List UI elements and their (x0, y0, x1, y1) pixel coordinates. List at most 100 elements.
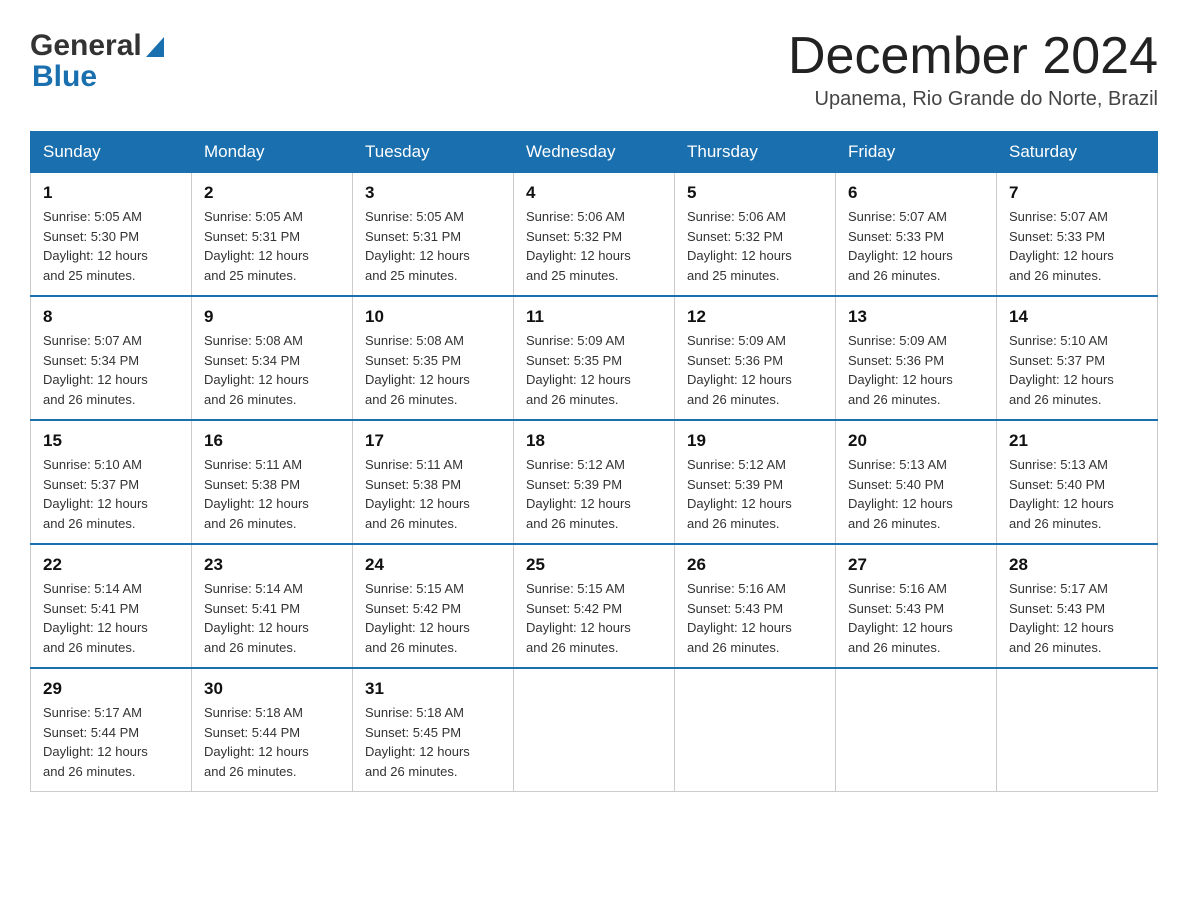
day-info: Sunrise: 5:13 AMSunset: 5:40 PMDaylight:… (848, 455, 984, 533)
location: Upanema, Rio Grande do Norte, Brazil (788, 88, 1158, 111)
day-info: Sunrise: 5:12 AMSunset: 5:39 PMDaylight:… (687, 455, 823, 533)
day-number: 31 (365, 679, 501, 699)
day-info: Sunrise: 5:06 AMSunset: 5:32 PMDaylight:… (687, 207, 823, 285)
logo-triangle-icon (146, 34, 164, 62)
day-number: 19 (687, 431, 823, 451)
day-number: 15 (43, 431, 179, 451)
day-info: Sunrise: 5:16 AMSunset: 5:43 PMDaylight:… (848, 579, 984, 657)
day-info: Sunrise: 5:16 AMSunset: 5:43 PMDaylight:… (687, 579, 823, 657)
day-number: 6 (848, 183, 984, 203)
day-info: Sunrise: 5:10 AMSunset: 5:37 PMDaylight:… (1009, 331, 1145, 409)
day-number: 23 (204, 555, 340, 575)
weekday-header-saturday: Saturday (997, 132, 1158, 173)
calendar-cell: 9 Sunrise: 5:08 AMSunset: 5:34 PMDayligh… (192, 296, 353, 420)
day-info: Sunrise: 5:09 AMSunset: 5:36 PMDaylight:… (687, 331, 823, 409)
calendar-cell: 14 Sunrise: 5:10 AMSunset: 5:37 PMDaylig… (997, 296, 1158, 420)
day-number: 28 (1009, 555, 1145, 575)
weekday-header-thursday: Thursday (675, 132, 836, 173)
day-number: 27 (848, 555, 984, 575)
week-row-1: 1 Sunrise: 5:05 AMSunset: 5:30 PMDayligh… (31, 173, 1158, 297)
calendar-cell: 10 Sunrise: 5:08 AMSunset: 5:35 PMDaylig… (353, 296, 514, 420)
day-number: 13 (848, 307, 984, 327)
day-number: 29 (43, 679, 179, 699)
day-number: 30 (204, 679, 340, 699)
day-number: 16 (204, 431, 340, 451)
week-row-2: 8 Sunrise: 5:07 AMSunset: 5:34 PMDayligh… (31, 296, 1158, 420)
calendar-cell: 17 Sunrise: 5:11 AMSunset: 5:38 PMDaylig… (353, 420, 514, 544)
week-row-5: 29 Sunrise: 5:17 AMSunset: 5:44 PMDaylig… (31, 668, 1158, 792)
calendar-cell (997, 668, 1158, 792)
day-info: Sunrise: 5:08 AMSunset: 5:35 PMDaylight:… (365, 331, 501, 409)
day-info: Sunrise: 5:07 AMSunset: 5:33 PMDaylight:… (1009, 207, 1145, 285)
calendar-cell: 23 Sunrise: 5:14 AMSunset: 5:41 PMDaylig… (192, 544, 353, 668)
day-info: Sunrise: 5:14 AMSunset: 5:41 PMDaylight:… (43, 579, 179, 657)
day-info: Sunrise: 5:15 AMSunset: 5:42 PMDaylight:… (526, 579, 662, 657)
calendar-cell: 24 Sunrise: 5:15 AMSunset: 5:42 PMDaylig… (353, 544, 514, 668)
day-number: 26 (687, 555, 823, 575)
day-number: 4 (526, 183, 662, 203)
calendar-cell: 27 Sunrise: 5:16 AMSunset: 5:43 PMDaylig… (836, 544, 997, 668)
calendar-cell (675, 668, 836, 792)
day-info: Sunrise: 5:13 AMSunset: 5:40 PMDaylight:… (1009, 455, 1145, 533)
weekday-header-tuesday: Tuesday (353, 132, 514, 173)
calendar-cell: 28 Sunrise: 5:17 AMSunset: 5:43 PMDaylig… (997, 544, 1158, 668)
weekday-header-friday: Friday (836, 132, 997, 173)
day-number: 8 (43, 307, 179, 327)
calendar-cell (514, 668, 675, 792)
day-number: 22 (43, 555, 179, 575)
weekday-header-monday: Monday (192, 132, 353, 173)
calendar-cell: 7 Sunrise: 5:07 AMSunset: 5:33 PMDayligh… (997, 173, 1158, 297)
calendar-cell: 26 Sunrise: 5:16 AMSunset: 5:43 PMDaylig… (675, 544, 836, 668)
day-info: Sunrise: 5:06 AMSunset: 5:32 PMDaylight:… (526, 207, 662, 285)
day-number: 3 (365, 183, 501, 203)
month-title: December 2024 (788, 30, 1158, 82)
day-info: Sunrise: 5:05 AMSunset: 5:30 PMDaylight:… (43, 207, 179, 285)
weekday-header-wednesday: Wednesday (514, 132, 675, 173)
calendar-cell: 29 Sunrise: 5:17 AMSunset: 5:44 PMDaylig… (31, 668, 192, 792)
calendar-cell: 30 Sunrise: 5:18 AMSunset: 5:44 PMDaylig… (192, 668, 353, 792)
day-number: 18 (526, 431, 662, 451)
day-info: Sunrise: 5:17 AMSunset: 5:43 PMDaylight:… (1009, 579, 1145, 657)
day-number: 9 (204, 307, 340, 327)
day-number: 14 (1009, 307, 1145, 327)
day-info: Sunrise: 5:17 AMSunset: 5:44 PMDaylight:… (43, 703, 179, 781)
calendar-cell: 20 Sunrise: 5:13 AMSunset: 5:40 PMDaylig… (836, 420, 997, 544)
calendar-cell: 25 Sunrise: 5:15 AMSunset: 5:42 PMDaylig… (514, 544, 675, 668)
day-info: Sunrise: 5:15 AMSunset: 5:42 PMDaylight:… (365, 579, 501, 657)
day-number: 21 (1009, 431, 1145, 451)
day-info: Sunrise: 5:18 AMSunset: 5:45 PMDaylight:… (365, 703, 501, 781)
day-info: Sunrise: 5:11 AMSunset: 5:38 PMDaylight:… (365, 455, 501, 533)
calendar-cell: 11 Sunrise: 5:09 AMSunset: 5:35 PMDaylig… (514, 296, 675, 420)
day-info: Sunrise: 5:05 AMSunset: 5:31 PMDaylight:… (204, 207, 340, 285)
day-info: Sunrise: 5:12 AMSunset: 5:39 PMDaylight:… (526, 455, 662, 533)
day-info: Sunrise: 5:08 AMSunset: 5:34 PMDaylight:… (204, 331, 340, 409)
calendar-cell: 4 Sunrise: 5:06 AMSunset: 5:32 PMDayligh… (514, 173, 675, 297)
day-info: Sunrise: 5:09 AMSunset: 5:35 PMDaylight:… (526, 331, 662, 409)
calendar-cell: 18 Sunrise: 5:12 AMSunset: 5:39 PMDaylig… (514, 420, 675, 544)
day-info: Sunrise: 5:07 AMSunset: 5:33 PMDaylight:… (848, 207, 984, 285)
weekday-header-sunday: Sunday (31, 132, 192, 173)
calendar-cell: 2 Sunrise: 5:05 AMSunset: 5:31 PMDayligh… (192, 173, 353, 297)
day-number: 1 (43, 183, 179, 203)
day-number: 7 (1009, 183, 1145, 203)
page-header: General Blue December 2024 Upanema, Rio … (30, 30, 1158, 111)
day-info: Sunrise: 5:10 AMSunset: 5:37 PMDaylight:… (43, 455, 179, 533)
day-number: 10 (365, 307, 501, 327)
calendar-cell: 13 Sunrise: 5:09 AMSunset: 5:36 PMDaylig… (836, 296, 997, 420)
day-info: Sunrise: 5:11 AMSunset: 5:38 PMDaylight:… (204, 455, 340, 533)
day-number: 17 (365, 431, 501, 451)
day-info: Sunrise: 5:09 AMSunset: 5:36 PMDaylight:… (848, 331, 984, 409)
logo-general-text: General (30, 31, 142, 61)
calendar-cell: 6 Sunrise: 5:07 AMSunset: 5:33 PMDayligh… (836, 173, 997, 297)
day-info: Sunrise: 5:07 AMSunset: 5:34 PMDaylight:… (43, 331, 179, 409)
calendar-cell: 12 Sunrise: 5:09 AMSunset: 5:36 PMDaylig… (675, 296, 836, 420)
day-info: Sunrise: 5:18 AMSunset: 5:44 PMDaylight:… (204, 703, 340, 781)
week-row-3: 15 Sunrise: 5:10 AMSunset: 5:37 PMDaylig… (31, 420, 1158, 544)
calendar-table: SundayMondayTuesdayWednesdayThursdayFrid… (30, 131, 1158, 792)
week-row-4: 22 Sunrise: 5:14 AMSunset: 5:41 PMDaylig… (31, 544, 1158, 668)
day-number: 2 (204, 183, 340, 203)
calendar-cell: 19 Sunrise: 5:12 AMSunset: 5:39 PMDaylig… (675, 420, 836, 544)
calendar-cell: 31 Sunrise: 5:18 AMSunset: 5:45 PMDaylig… (353, 668, 514, 792)
logo: General Blue (30, 30, 164, 92)
day-number: 20 (848, 431, 984, 451)
